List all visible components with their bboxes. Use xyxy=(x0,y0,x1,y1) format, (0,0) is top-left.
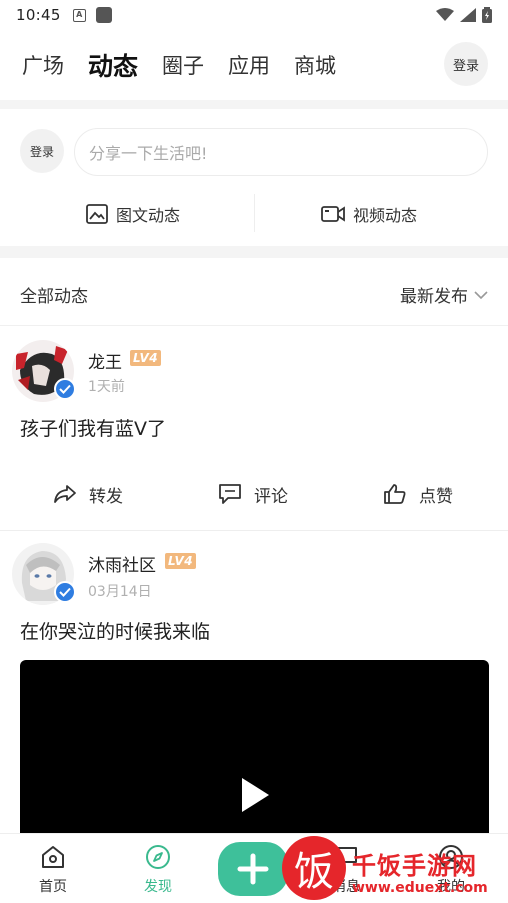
thumbs-up-icon xyxy=(384,484,406,504)
comment-label: 评论 xyxy=(254,486,288,507)
share-arrow-icon xyxy=(54,485,76,503)
watermark-logo: 饭 xyxy=(282,836,346,900)
verified-badge-icon xyxy=(54,378,76,400)
all-posts-label: 全部动态 xyxy=(20,287,88,307)
tab-circles[interactable]: 圈子 xyxy=(162,50,204,80)
video-camera-icon xyxy=(321,206,345,222)
nav-home-label: 首页 xyxy=(39,879,67,895)
video-post-button[interactable]: 视频动态 xyxy=(321,196,417,232)
verified-badge-icon xyxy=(54,581,76,603)
post-card[interactable]: 龙王 LV4 1天前 孩子们我有蓝V了 转发 评论 点赞 xyxy=(0,326,508,530)
post-username[interactable]: 沐雨社区 xyxy=(88,551,156,576)
home-icon xyxy=(42,846,64,868)
post-time: 1天前 xyxy=(88,379,125,395)
post-time: 03月14日 xyxy=(88,584,152,600)
notification-a-icon: A xyxy=(72,8,86,22)
composer: 登录 分享一下生活吧! 图文动态 视频动态 xyxy=(0,110,508,246)
comment-button[interactable]: 评论 xyxy=(218,474,288,514)
tab-mall[interactable]: 商城 xyxy=(294,50,336,80)
feed-filter-bar: 全部动态 最新发布 xyxy=(0,260,508,326)
status-time: 10:45 xyxy=(16,6,61,24)
plus-icon xyxy=(237,853,269,885)
signal-icon xyxy=(460,8,476,22)
user-avatar[interactable] xyxy=(12,340,76,402)
level-badge: LV4 xyxy=(130,350,162,366)
section-divider xyxy=(0,100,508,109)
tab-feed[interactable]: 动态 xyxy=(88,47,138,83)
post-content: 在你哭泣的时候我来临 xyxy=(20,621,211,643)
level-badge: LV4 xyxy=(165,553,197,569)
like-label: 点赞 xyxy=(419,486,453,507)
image-post-button[interactable]: 图文动态 xyxy=(86,196,180,232)
top-tabs: 广场 动态 圈子 应用 商城 登录 xyxy=(0,36,508,94)
tab-square[interactable]: 广场 xyxy=(22,50,64,80)
wifi-icon xyxy=(436,8,454,21)
watermark-title: 千饭手游网 xyxy=(352,852,477,880)
play-icon[interactable] xyxy=(242,778,269,812)
post-content: 孩子们我有蓝V了 xyxy=(20,418,166,440)
status-indicators xyxy=(436,7,492,23)
sort-label: 最新发布 xyxy=(400,287,468,307)
sort-dropdown[interactable]: 最新发布 xyxy=(400,282,488,307)
repost-label: 转发 xyxy=(89,486,123,507)
post-username[interactable]: 龙王 xyxy=(88,348,122,373)
login-button[interactable]: 登录 xyxy=(444,42,488,86)
notification-square-icon xyxy=(95,7,112,23)
comment-icon xyxy=(219,484,241,504)
video-player[interactable] xyxy=(20,660,489,840)
section-divider xyxy=(0,246,508,258)
watermark-url: www.eduext.com xyxy=(352,880,488,896)
repost-button[interactable]: 转发 xyxy=(53,474,123,514)
composer-login-avatar[interactable]: 登录 xyxy=(20,129,64,173)
tab-apps[interactable]: 应用 xyxy=(228,50,270,80)
user-avatar[interactable] xyxy=(12,543,76,605)
create-post-button[interactable] xyxy=(218,842,288,896)
like-button[interactable]: 点赞 xyxy=(383,474,453,514)
nav-discover-label: 发现 xyxy=(144,879,172,895)
nav-discover[interactable]: 发现 xyxy=(108,834,208,903)
share-input[interactable]: 分享一下生活吧! xyxy=(74,128,488,176)
post-type-separator xyxy=(254,194,255,232)
post-actions: 转发 评论 点赞 xyxy=(0,474,508,514)
site-watermark: 饭 千饭手游网 www.eduext.com xyxy=(282,836,504,902)
battery-icon xyxy=(482,7,492,23)
nav-home[interactable]: 首页 xyxy=(3,834,103,903)
status-bar: 10:45 A xyxy=(0,0,508,30)
chevron-down-icon xyxy=(474,290,488,299)
image-icon xyxy=(86,204,108,224)
compass-icon xyxy=(146,845,170,869)
image-post-label: 图文动态 xyxy=(116,206,181,225)
video-post-label: 视频动态 xyxy=(353,206,418,225)
